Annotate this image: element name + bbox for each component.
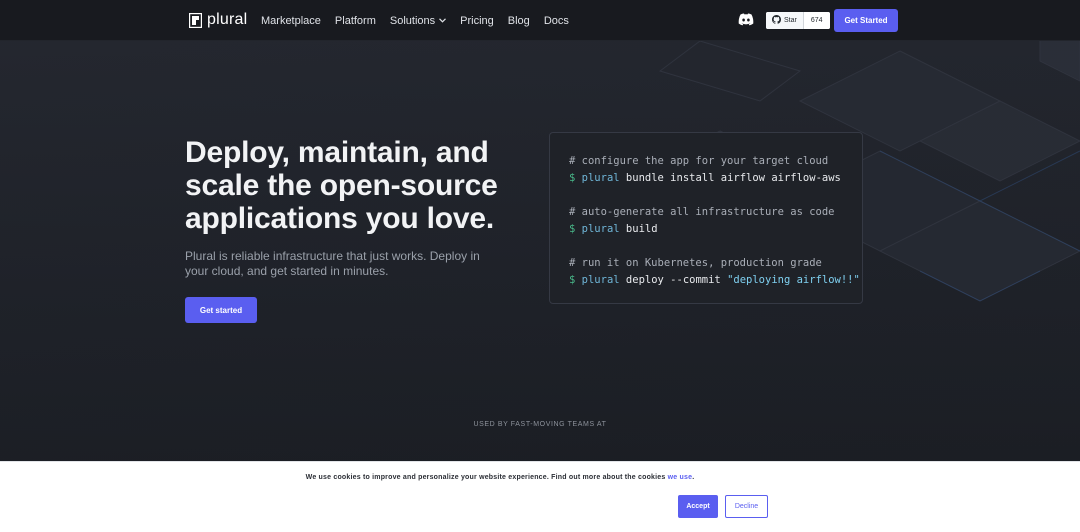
code-command-line: $ plural deploy --commit "deploying airf…	[569, 272, 862, 289]
github-icon	[772, 15, 781, 26]
hero-title: Deploy, maintain, and scale the open-sou…	[185, 136, 498, 235]
code-command: plural	[581, 172, 620, 184]
code-comment: # run it on Kubernetes, production grade	[569, 257, 822, 269]
github-star-badge[interactable]: Star 674	[766, 12, 830, 29]
chevron-down-icon	[439, 16, 447, 25]
decline-cookies-button[interactable]: Decline	[725, 495, 768, 518]
top-navbar: plural Marketplace Platform Solutions Pr…	[0, 0, 1080, 41]
nav-link-label: Blog	[507, 14, 530, 27]
plural-logo[interactable]: plural	[188, 11, 248, 29]
cookie-message: We use cookies to improve and personaliz…	[0, 474, 1000, 481]
get-started-hero-button[interactable]: Get started	[185, 297, 257, 323]
github-star-button[interactable]: Star	[766, 12, 804, 29]
code-args: bundle install airflow airflow-aws	[625, 172, 841, 184]
nav-link-marketplace[interactable]: Marketplace	[261, 15, 321, 27]
hero-background	[0, 41, 1080, 461]
plural-logo-icon	[188, 12, 203, 28]
nav-link-pricing[interactable]: Pricing	[460, 15, 494, 27]
used-by-label: USED BY FAST-MOVING TEAMS AT	[473, 421, 607, 428]
nav-link-label: Solutions	[389, 14, 436, 27]
nav-link-solutions[interactable]: Solutions	[389, 14, 447, 27]
cookie-banner: We use cookies to improve and personaliz…	[0, 461, 1080, 532]
code-command: plural	[581, 274, 620, 286]
code-comment: # auto-generate all infrastructure as co…	[569, 206, 835, 218]
code-string: "deploying airflow!!"	[727, 274, 860, 286]
code-snippet-box: # configure the app for your target clou…	[549, 132, 863, 304]
cookie-text-end: .	[692, 474, 695, 481]
nav-link-label: Docs	[543, 14, 569, 27]
code-prompt: $	[569, 223, 576, 235]
code-prompt: $	[569, 172, 576, 184]
hero-pattern-graphic	[0, 41, 1080, 461]
code-command-line: $ plural bundle install airflow airflow-…	[569, 170, 862, 187]
discord-icon[interactable]	[738, 13, 754, 27]
code-prompt: $	[569, 274, 576, 286]
nav-link-docs[interactable]: Docs	[544, 15, 569, 27]
logo-text: plural	[207, 11, 248, 28]
nav-link-label: Platform	[334, 14, 376, 27]
github-star-label: Star	[784, 17, 797, 24]
cookie-policy-link[interactable]: we use	[668, 474, 693, 481]
nav-link-label: Marketplace	[261, 14, 321, 27]
nav-link-blog[interactable]: Blog	[508, 15, 530, 27]
nav-link-platform[interactable]: Platform	[335, 15, 376, 27]
accept-cookies-button[interactable]: Accept	[678, 495, 718, 518]
nav-links: Marketplace Platform Solutions Pricing B…	[261, 0, 569, 41]
code-command: plural	[581, 223, 620, 235]
code-args: build	[625, 223, 658, 235]
cookie-text: We use cookies to improve and personaliz…	[305, 474, 666, 481]
code-command-line: $ plural build	[569, 221, 862, 238]
code-comment: # configure the app for your target clou…	[569, 155, 829, 167]
nav-link-label: Pricing	[460, 14, 494, 27]
hero-subtitle: Plural is reliable infrastructure that j…	[185, 249, 480, 278]
code-args: deploy --commit	[625, 274, 721, 286]
github-star-count[interactable]: 674	[803, 12, 830, 29]
get-started-nav-button[interactable]: Get Started	[834, 9, 898, 32]
